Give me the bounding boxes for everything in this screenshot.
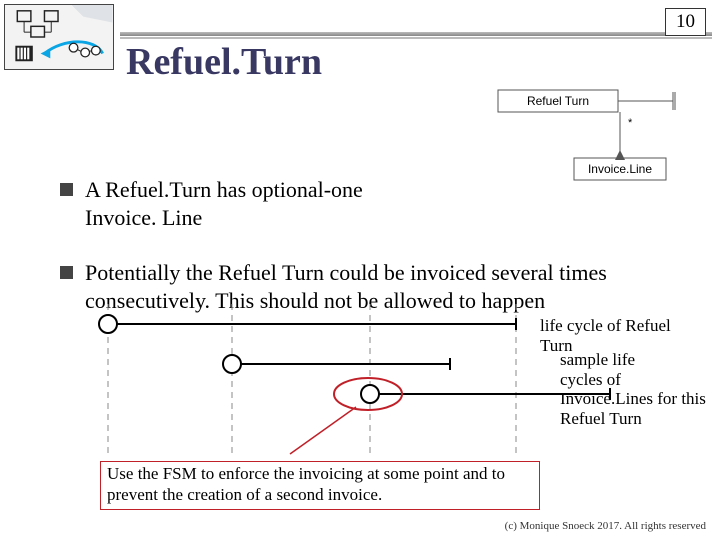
slide-header: 10 Refuel.Turn	[0, 0, 720, 80]
copyright-footer: (c) Monique Snoeck 2017. All rights rese…	[505, 520, 706, 532]
header-rule	[120, 32, 712, 36]
bullet-square-icon	[60, 183, 73, 196]
bullet-square-icon	[60, 266, 73, 279]
class-invoice-label: Invoice.Line	[588, 162, 652, 176]
class-refuel-label: Refuel Turn	[527, 94, 589, 108]
svg-text:*: *	[628, 117, 633, 129]
header-rule-shadow	[120, 37, 712, 39]
bullet-1-text: A Refuel.Turn has optional-one Invoice. …	[85, 176, 385, 231]
logo-thumbnail	[4, 4, 114, 70]
lifecycle-diagram: life cycle of Refuel Turn sample life cy…	[50, 304, 690, 474]
tip-callout-box: Use the FSM to enforce the invoicing at …	[100, 461, 540, 510]
slide-title: Refuel.Turn	[126, 40, 322, 84]
caption-invoice-lines: sample life cycles of Invoice.Lines for …	[560, 350, 720, 428]
slide-number-box: 10	[665, 8, 706, 36]
class-diagram: Refuel Turn Invoice.Line *	[478, 88, 698, 208]
